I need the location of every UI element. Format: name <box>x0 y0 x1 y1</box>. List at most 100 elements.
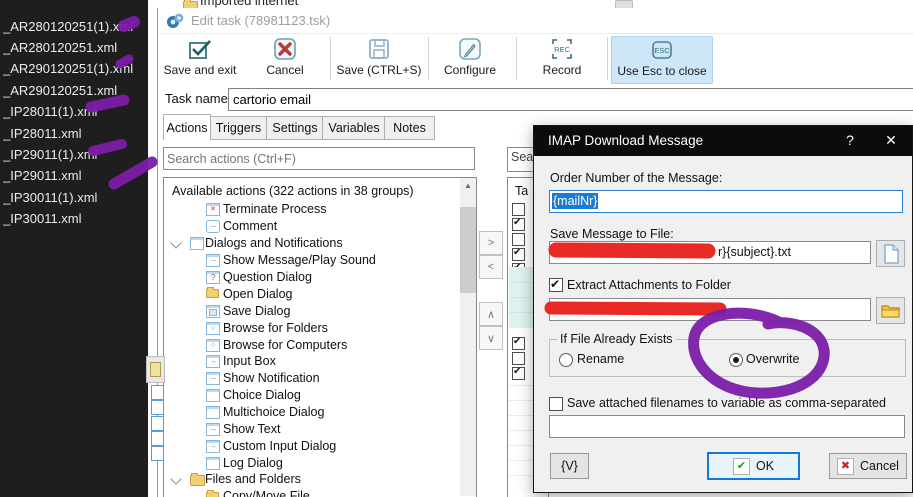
rename-label: Rename <box>577 352 624 366</box>
action-item[interactable]: Input Box <box>164 353 459 370</box>
side-toolbar-item[interactable] <box>151 385 164 400</box>
action-item[interactable]: Browse for Computers <box>164 337 459 354</box>
folder-icon <box>881 303 900 318</box>
file-item[interactable]: _IP30011(1).xml <box>3 188 153 208</box>
collapse-chevron-icon[interactable] <box>170 473 181 484</box>
file-item[interactable]: _AR290120251.xml <box>3 81 153 101</box>
actions-header-label: Available actions (322 actions in 38 gro… <box>172 184 414 198</box>
action-item[interactable]: Log Dialog <box>164 455 459 472</box>
cancel-button-dialog[interactable]: ✖ Cancel <box>829 453 907 479</box>
button-label: Save and exit <box>164 63 237 77</box>
action-item[interactable]: Save Dialog <box>164 303 459 320</box>
browse-folder-button[interactable] <box>876 297 905 324</box>
move-down-button[interactable]: ∨ <box>479 326 503 350</box>
configure-button[interactable]: Configure <box>432 36 508 82</box>
ok-button-label: OK <box>756 459 774 473</box>
side-toolbar-item[interactable] <box>151 416 164 431</box>
task-action-checkbox[interactable] <box>512 233 525 246</box>
svg-text:REC: REC <box>554 45 570 54</box>
custom-input-dialog-icon <box>206 440 220 453</box>
side-toolbar-item[interactable] <box>151 400 164 415</box>
task-action-checkbox[interactable] <box>512 352 525 365</box>
scrollbar-thumb[interactable] <box>460 207 476 293</box>
toolbar-separator <box>330 37 331 80</box>
record-icon: REC <box>549 36 575 62</box>
tree-item-label[interactable]: Imported internet <box>200 0 298 8</box>
task-name-input[interactable] <box>228 88 913 111</box>
scroll-up-icon[interactable]: ▲ <box>460 178 476 193</box>
action-item[interactable]: Terminate Process <box>164 201 459 218</box>
side-toolbar-item[interactable] <box>151 431 164 446</box>
file-item[interactable]: _IP29011.xml <box>3 166 153 186</box>
save-and-exit-button[interactable]: Save and exit <box>160 36 240 82</box>
task-action-checkbox[interactable] <box>512 248 525 261</box>
side-toolbar-button[interactable] <box>146 356 165 383</box>
order-number-input[interactable]: {mailNr} <box>549 190 903 213</box>
extract-folder-input[interactable] <box>549 298 871 321</box>
action-group[interactable]: Dialogs and Notifications <box>164 235 459 252</box>
save-button[interactable]: Save (CTRL+S) <box>334 36 424 82</box>
variables-button[interactable]: {V} <box>550 453 589 479</box>
overwrite-radio[interactable] <box>729 353 743 367</box>
action-item[interactable]: Custom Input Dialog <box>164 438 459 455</box>
task-action-checkbox[interactable] <box>512 337 525 350</box>
task-action-checkbox[interactable] <box>512 218 525 231</box>
file-item[interactable]: _IP29011(1).xml <box>3 145 153 165</box>
task-action-checkbox[interactable] <box>512 367 525 380</box>
action-item[interactable]: Multichoice Dialog <box>164 404 459 421</box>
action-group[interactable]: Files and Folders <box>164 471 459 488</box>
save-message-input[interactable]: r}{subject}.txt <box>549 241 871 264</box>
action-item[interactable]: Question Dialog <box>164 269 459 286</box>
attached-filenames-input[interactable] <box>549 415 905 438</box>
tab-variables[interactable]: Variables <box>322 116 386 140</box>
action-item[interactable]: Browse for Folders <box>164 320 459 337</box>
button-label: Record <box>543 63 582 77</box>
show-notification-icon <box>206 372 220 385</box>
actions-scrollbar[interactable]: ▲ <box>460 178 476 496</box>
tab-notes[interactable]: Notes <box>384 116 435 140</box>
cancel-x-icon: ✖ <box>837 458 854 475</box>
file-item[interactable]: _AR280120251.xml <box>3 38 153 58</box>
browse-file-button[interactable] <box>876 240 905 267</box>
help-button[interactable]: ? <box>839 132 861 148</box>
file-item[interactable]: _IP28011.xml <box>3 124 153 144</box>
side-toolbar-item[interactable] <box>151 446 164 461</box>
tab-settings[interactable]: Settings <box>266 116 324 140</box>
rename-radio[interactable] <box>559 353 573 367</box>
order-number-value: {mailNr} <box>552 193 598 209</box>
question-dialog-icon <box>206 271 220 284</box>
task-action-checkbox[interactable] <box>512 203 525 216</box>
collapse-chevron-icon[interactable] <box>170 237 181 248</box>
task-name-row: Task name: <box>158 84 913 114</box>
tab-triggers[interactable]: Triggers <box>209 116 268 140</box>
action-item[interactable]: Choice Dialog <box>164 387 459 404</box>
extract-attachments-checkbox[interactable] <box>549 278 563 292</box>
move-up-button[interactable]: ∧ <box>479 302 503 326</box>
log-dialog-icon <box>206 457 220 470</box>
action-item[interactable]: Show Text <box>164 421 459 438</box>
file-item[interactable]: _IP28011(1).xml <box>3 102 153 122</box>
action-item[interactable]: Open Dialog <box>164 286 459 303</box>
close-icon[interactable]: ✕ <box>880 132 902 149</box>
ok-button[interactable]: ✔ OK <box>707 452 800 480</box>
file-item[interactable]: _IP30011.xml <box>3 209 153 229</box>
file-item[interactable]: _AR290120251(1).xml <box>3 59 153 79</box>
action-item[interactable]: Copy/Move File <box>164 488 459 497</box>
action-item-label: Show Notification <box>223 371 320 385</box>
cancel-button[interactable]: Cancel <box>248 36 322 82</box>
tab-actions[interactable]: Actions <box>163 114 211 140</box>
if-file-exists-group: If File Already Exists Rename Overwrite <box>549 339 906 377</box>
svg-text:ESC: ESC <box>654 46 670 55</box>
add-action-button[interactable]: > <box>479 231 503 255</box>
action-item[interactable]: Show Message/Play Sound <box>164 252 459 269</box>
use-esc-to-close-button[interactable]: ESC Use Esc to close <box>611 36 713 84</box>
record-button[interactable]: REC Record <box>524 36 600 82</box>
file-item[interactable]: _AR280120251(1).xml <box>3 17 153 37</box>
action-item[interactable]: Show Notification <box>164 370 459 387</box>
action-item-label: Comment <box>223 219 277 233</box>
remove-action-button[interactable]: < <box>479 255 503 279</box>
save-attached-filenames-checkbox[interactable] <box>549 397 563 411</box>
action-item-label: Log Dialog <box>223 456 283 470</box>
search-actions-input[interactable] <box>163 147 475 170</box>
action-item[interactable]: Comment <box>164 218 459 235</box>
